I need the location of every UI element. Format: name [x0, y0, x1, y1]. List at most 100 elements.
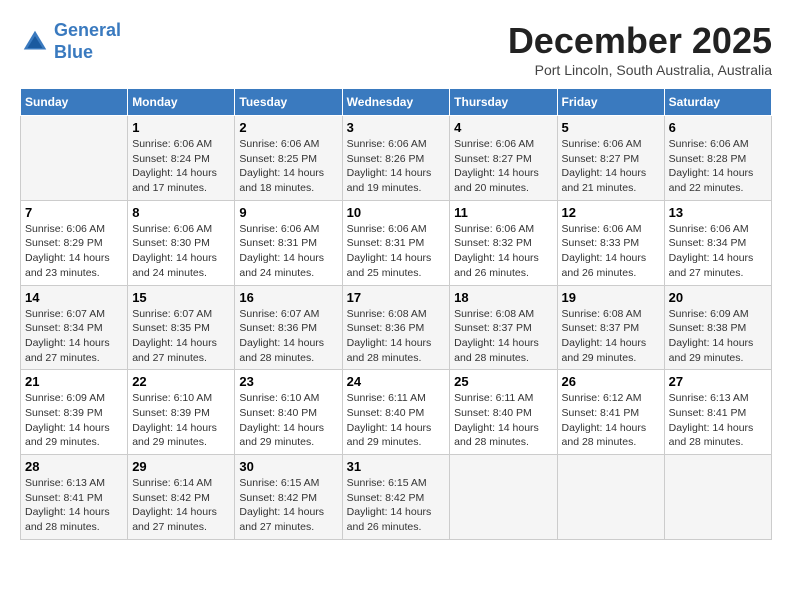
weekday-header-monday: Monday	[128, 89, 235, 116]
weekday-header-saturday: Saturday	[664, 89, 771, 116]
day-info: Sunrise: 6:08 AM Sunset: 8:36 PM Dayligh…	[347, 307, 446, 366]
day-info: Sunrise: 6:09 AM Sunset: 8:38 PM Dayligh…	[669, 307, 767, 366]
day-info: Sunrise: 6:06 AM Sunset: 8:33 PM Dayligh…	[562, 222, 660, 281]
day-number: 15	[132, 290, 230, 305]
day-info: Sunrise: 6:06 AM Sunset: 8:29 PM Dayligh…	[25, 222, 123, 281]
day-info: Sunrise: 6:10 AM Sunset: 8:39 PM Dayligh…	[132, 391, 230, 450]
day-info: Sunrise: 6:06 AM Sunset: 8:34 PM Dayligh…	[669, 222, 767, 281]
calendar-week-row: 7 Sunrise: 6:06 AM Sunset: 8:29 PM Daylig…	[21, 200, 772, 285]
calendar-cell: 14 Sunrise: 6:07 AM Sunset: 8:34 PM Dayli…	[21, 285, 128, 370]
logo-line2: Blue	[54, 42, 93, 62]
day-info: Sunrise: 6:10 AM Sunset: 8:40 PM Dayligh…	[239, 391, 337, 450]
day-info: Sunrise: 6:08 AM Sunset: 8:37 PM Dayligh…	[562, 307, 660, 366]
weekday-header-thursday: Thursday	[450, 89, 557, 116]
calendar-cell: 19 Sunrise: 6:08 AM Sunset: 8:37 PM Dayli…	[557, 285, 664, 370]
calendar-cell: 23 Sunrise: 6:10 AM Sunset: 8:40 PM Dayli…	[235, 370, 342, 455]
page-header: General Blue December 2025 Port Lincoln,…	[20, 20, 772, 78]
calendar-cell: 20 Sunrise: 6:09 AM Sunset: 8:38 PM Dayli…	[664, 285, 771, 370]
month-title: December 2025	[508, 20, 772, 62]
calendar-week-row: 1Sunrise: 6:06 AM Sunset: 8:24 PM Daylig…	[21, 116, 772, 201]
calendar-cell: 28 Sunrise: 6:13 AM Sunset: 8:41 PM Dayli…	[21, 455, 128, 540]
calendar-cell	[21, 116, 128, 201]
day-number: 29	[132, 459, 230, 474]
day-number: 30	[239, 459, 337, 474]
calendar-cell: 1Sunrise: 6:06 AM Sunset: 8:24 PM Daylig…	[128, 116, 235, 201]
calendar-cell: 5 Sunrise: 6:06 AM Sunset: 8:27 PM Daylig…	[557, 116, 664, 201]
day-number: 26	[562, 374, 660, 389]
day-number: 17	[347, 290, 446, 305]
day-number: 21	[25, 374, 123, 389]
day-number: 22	[132, 374, 230, 389]
logo: General Blue	[20, 20, 121, 63]
calendar-cell: 4Sunrise: 6:06 AM Sunset: 8:27 PM Daylig…	[450, 116, 557, 201]
logo-text: General Blue	[54, 20, 121, 63]
calendar-cell: 21 Sunrise: 6:09 AM Sunset: 8:39 PM Dayli…	[21, 370, 128, 455]
calendar-cell: 29 Sunrise: 6:14 AM Sunset: 8:42 PM Dayli…	[128, 455, 235, 540]
day-number: 16	[239, 290, 337, 305]
day-number: 6	[669, 120, 767, 135]
subtitle: Port Lincoln, South Australia, Australia	[508, 62, 772, 78]
day-number: 27	[669, 374, 767, 389]
day-info: Sunrise: 6:15 AM Sunset: 8:42 PM Dayligh…	[347, 476, 446, 535]
day-info: Sunrise: 6:11 AM Sunset: 8:40 PM Dayligh…	[454, 391, 552, 450]
logo-line1: General	[54, 20, 121, 40]
day-info: Sunrise: 6:06 AM Sunset: 8:32 PM Dayligh…	[454, 222, 552, 281]
calendar-cell: 17 Sunrise: 6:08 AM Sunset: 8:36 PM Dayli…	[342, 285, 450, 370]
calendar-cell: 7 Sunrise: 6:06 AM Sunset: 8:29 PM Daylig…	[21, 200, 128, 285]
day-number: 24	[347, 374, 446, 389]
calendar-cell: 10 Sunrise: 6:06 AM Sunset: 8:31 PM Dayli…	[342, 200, 450, 285]
day-info: Sunrise: 6:13 AM Sunset: 8:41 PM Dayligh…	[669, 391, 767, 450]
day-number: 1	[132, 120, 230, 135]
day-number: 31	[347, 459, 446, 474]
calendar-cell: 12 Sunrise: 6:06 AM Sunset: 8:33 PM Dayli…	[557, 200, 664, 285]
day-info: Sunrise: 6:06 AM Sunset: 8:31 PM Dayligh…	[239, 222, 337, 281]
calendar-table: SundayMondayTuesdayWednesdayThursdayFrid…	[20, 88, 772, 540]
calendar-cell: 13 Sunrise: 6:06 AM Sunset: 8:34 PM Dayli…	[664, 200, 771, 285]
day-number: 20	[669, 290, 767, 305]
day-number: 7	[25, 205, 123, 220]
day-number: 13	[669, 205, 767, 220]
day-info: Sunrise: 6:15 AM Sunset: 8:42 PM Dayligh…	[239, 476, 337, 535]
weekday-header-sunday: Sunday	[21, 89, 128, 116]
day-info: Sunrise: 6:06 AM Sunset: 8:31 PM Dayligh…	[347, 222, 446, 281]
day-number: 28	[25, 459, 123, 474]
calendar-cell: 30 Sunrise: 6:15 AM Sunset: 8:42 PM Dayli…	[235, 455, 342, 540]
calendar-cell: 31 Sunrise: 6:15 AM Sunset: 8:42 PM Dayli…	[342, 455, 450, 540]
calendar-cell: 3Sunrise: 6:06 AM Sunset: 8:26 PM Daylig…	[342, 116, 450, 201]
day-number: 9	[239, 205, 337, 220]
calendar-cell: 15 Sunrise: 6:07 AM Sunset: 8:35 PM Dayli…	[128, 285, 235, 370]
day-number: 14	[25, 290, 123, 305]
day-number: 12	[562, 205, 660, 220]
title-block: December 2025 Port Lincoln, South Austra…	[508, 20, 772, 78]
day-info: Sunrise: 6:06 AM Sunset: 8:27 PM Dayligh…	[454, 137, 552, 196]
day-number: 2	[239, 120, 337, 135]
day-info: Sunrise: 6:09 AM Sunset: 8:39 PM Dayligh…	[25, 391, 123, 450]
day-info: Sunrise: 6:12 AM Sunset: 8:41 PM Dayligh…	[562, 391, 660, 450]
calendar-cell: 2 Sunrise: 6:06 AM Sunset: 8:25 PM Daylig…	[235, 116, 342, 201]
day-info: Sunrise: 6:07 AM Sunset: 8:36 PM Dayligh…	[239, 307, 337, 366]
calendar-week-row: 14 Sunrise: 6:07 AM Sunset: 8:34 PM Dayli…	[21, 285, 772, 370]
calendar-week-row: 21 Sunrise: 6:09 AM Sunset: 8:39 PM Dayli…	[21, 370, 772, 455]
day-number: 23	[239, 374, 337, 389]
calendar-cell: 16 Sunrise: 6:07 AM Sunset: 8:36 PM Dayli…	[235, 285, 342, 370]
day-info: Sunrise: 6:06 AM Sunset: 8:27 PM Dayligh…	[562, 137, 660, 196]
day-number: 11	[454, 205, 552, 220]
calendar-cell	[557, 455, 664, 540]
day-info: Sunrise: 6:06 AM Sunset: 8:30 PM Dayligh…	[132, 222, 230, 281]
day-info: Sunrise: 6:13 AM Sunset: 8:41 PM Dayligh…	[25, 476, 123, 535]
day-info: Sunrise: 6:06 AM Sunset: 8:25 PM Dayligh…	[239, 137, 337, 196]
calendar-cell	[664, 455, 771, 540]
day-info: Sunrise: 6:14 AM Sunset: 8:42 PM Dayligh…	[132, 476, 230, 535]
calendar-cell: 27 Sunrise: 6:13 AM Sunset: 8:41 PM Dayli…	[664, 370, 771, 455]
day-number: 25	[454, 374, 552, 389]
calendar-cell: 22 Sunrise: 6:10 AM Sunset: 8:39 PM Dayli…	[128, 370, 235, 455]
day-number: 3	[347, 120, 446, 135]
calendar-cell: 6Sunrise: 6:06 AM Sunset: 8:28 PM Daylig…	[664, 116, 771, 201]
day-number: 5	[562, 120, 660, 135]
day-number: 19	[562, 290, 660, 305]
day-number: 8	[132, 205, 230, 220]
day-info: Sunrise: 6:08 AM Sunset: 8:37 PM Dayligh…	[454, 307, 552, 366]
day-number: 10	[347, 205, 446, 220]
day-info: Sunrise: 6:07 AM Sunset: 8:34 PM Dayligh…	[25, 307, 123, 366]
day-info: Sunrise: 6:07 AM Sunset: 8:35 PM Dayligh…	[132, 307, 230, 366]
